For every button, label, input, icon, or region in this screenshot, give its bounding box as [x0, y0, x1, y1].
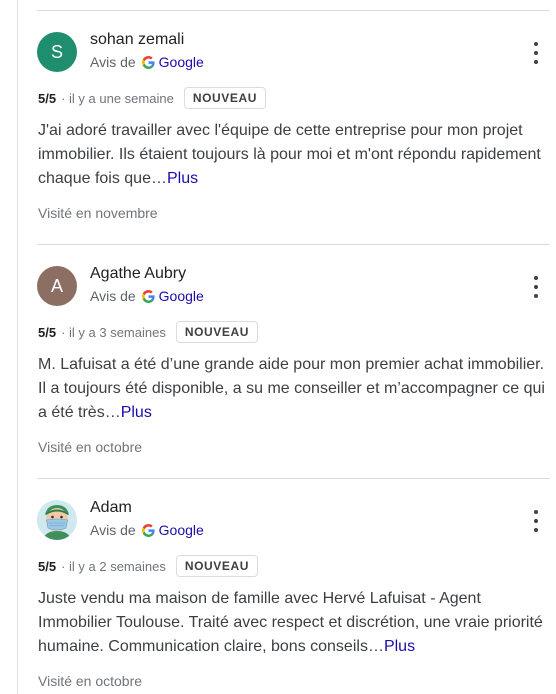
- avatar-letter: A: [50, 275, 63, 296]
- avatar[interactable]: A: [37, 266, 77, 306]
- reviewer-name[interactable]: Adam: [90, 499, 132, 517]
- ellipsis: …: [367, 638, 384, 655]
- google-g-icon: [141, 55, 155, 69]
- ellipsis: …: [104, 404, 121, 421]
- review-card: A Agathe Aubry Avis de Google 5/5 · il y…: [37, 245, 550, 479]
- rating: 5/5: [38, 558, 57, 574]
- rating: 5/5: [38, 324, 57, 340]
- visited-date: Visité en novembre: [38, 205, 158, 221]
- reviewer-name[interactable]: Agathe Aubry: [90, 265, 186, 283]
- review-text: M. Lafuisat a été d’une grande aide pour…: [38, 353, 550, 425]
- masked-person-icon[interactable]: [37, 500, 77, 540]
- review-text: J'ai adoré travailler avec l'équipe de c…: [38, 119, 550, 191]
- more-link[interactable]: Plus: [384, 638, 415, 655]
- review-meta: 5/5 · il y a 3 semaines NOUVEAU: [38, 319, 259, 345]
- review-date: · il y a 2 semaines: [61, 558, 166, 574]
- review-date: · il y a une semaine: [61, 90, 174, 106]
- visited-date: Visité en octobre: [38, 673, 143, 689]
- more-vert-icon[interactable]: [532, 276, 540, 298]
- source-name[interactable]: Google: [159, 522, 204, 538]
- more-vert-icon[interactable]: [532, 510, 540, 532]
- more-link[interactable]: Plus: [121, 404, 152, 421]
- source-name[interactable]: Google: [159, 288, 204, 304]
- visited-date: Visité en octobre: [38, 439, 143, 455]
- review-date: · il y a 3 semaines: [61, 324, 166, 340]
- review-text: Juste vendu ma maison de famille avec He…: [38, 587, 550, 659]
- review-body: J'ai adoré travailler avec l'équipe de c…: [38, 122, 541, 187]
- left-border: [17, 0, 18, 694]
- google-g-icon: [141, 289, 155, 303]
- avatar[interactable]: S: [37, 32, 77, 72]
- source-prefix: Avis de: [90, 54, 136, 70]
- reviewer-name[interactable]: sohan zemali: [90, 31, 184, 49]
- avatar-letter: S: [50, 41, 63, 62]
- new-badge: NOUVEAU: [175, 321, 259, 343]
- review-source: Avis de Google: [90, 522, 204, 538]
- review-body: Juste vendu ma maison de famille avec He…: [38, 590, 543, 655]
- source-prefix: Avis de: [90, 288, 136, 304]
- review-source: Avis de Google: [90, 288, 204, 304]
- new-badge: NOUVEAU: [183, 87, 267, 109]
- new-badge: NOUVEAU: [175, 555, 259, 577]
- reviews-panel: S sohan zemali Avis de Google 5/5 · il y…: [0, 0, 556, 694]
- source-name[interactable]: Google: [159, 54, 204, 70]
- source-prefix: Avis de: [90, 522, 136, 538]
- google-g-icon: [141, 523, 155, 537]
- more-vert-icon[interactable]: [532, 42, 540, 64]
- more-link[interactable]: Plus: [167, 170, 198, 187]
- review-meta: 5/5 · il y a une semaine NOUVEAU: [38, 85, 267, 111]
- review-card: S sohan zemali Avis de Google 5/5 · il y…: [37, 11, 550, 245]
- review-source: Avis de Google: [90, 54, 204, 70]
- rating: 5/5: [38, 90, 57, 106]
- review-meta: 5/5 · il y a 2 semaines NOUVEAU: [38, 553, 259, 579]
- review-card: Adam Avis de Google 5/5 · il y a 2 semai…: [37, 479, 550, 694]
- ellipsis: …: [150, 170, 167, 187]
